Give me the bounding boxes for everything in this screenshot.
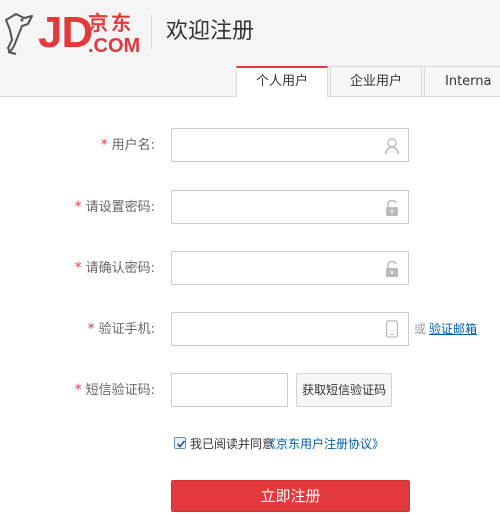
phone-input[interactable]	[172, 313, 408, 345]
lock-icon	[386, 199, 398, 216]
username-row: * 用户名:	[0, 128, 500, 162]
sms-code-input[interactable]	[172, 374, 287, 406]
password-label: * 请设置密码:	[74, 199, 155, 215]
jd-logo[interactable]: JD 京东 .COM	[0, 8, 150, 58]
password-input[interactable]	[172, 191, 408, 223]
or-text: 或	[414, 322, 427, 336]
verify-email-link[interactable]: 验证邮箱	[429, 312, 477, 346]
logo-com-text: .COM	[88, 35, 141, 57]
confirm-password-row: * 请确认密码:	[0, 251, 500, 285]
password-field-box	[171, 190, 409, 224]
phone-field-box	[171, 312, 409, 346]
jd-dog-mascot-icon	[5, 13, 33, 55]
tab-personal-user[interactable]: 个人用户	[236, 66, 328, 97]
sms-code-label: * 短信验证码:	[74, 382, 155, 398]
confirm-password-label: * 请确认密码:	[74, 260, 155, 276]
phone-row: * 验证手机: 或 验证邮箱	[0, 312, 500, 346]
username-label: * 用户名:	[100, 137, 155, 153]
logo-divider	[151, 14, 152, 50]
logo-jd-text: JD	[38, 8, 93, 57]
username-input[interactable]	[172, 129, 408, 161]
tab-enterprise-user[interactable]: 企业用户	[330, 66, 422, 96]
get-sms-code-button[interactable]: 获取短信验证码	[296, 373, 392, 407]
checkmark-icon	[176, 440, 186, 448]
required-mark: *	[100, 137, 108, 153]
logo-chinese-text: 京东	[88, 11, 134, 35]
sms-code-row: * 短信验证码: 获取短信验证码	[0, 373, 500, 407]
agreement-link[interactable]: 《京东用户注册协议》	[264, 436, 384, 452]
active-tab-gap	[237, 95, 327, 98]
mobile-phone-icon	[385, 320, 399, 338]
username-field-box	[171, 128, 409, 162]
header: JD 京东 .COM 欢迎注册 个人用户 企业用户 Interna	[0, 0, 500, 97]
user-icon	[384, 138, 400, 155]
register-now-button[interactable]: 立即注册	[171, 480, 410, 512]
sms-code-field-box	[171, 373, 288, 407]
password-row: * 请设置密码:	[0, 190, 500, 224]
lock-icon	[386, 260, 398, 277]
agreement-checkbox[interactable]	[174, 437, 186, 449]
phone-label: * 验证手机:	[87, 321, 155, 337]
tab-international[interactable]: Interna	[424, 66, 500, 96]
agreement-text: 我已阅读并同意	[190, 437, 275, 451]
page-title: 欢迎注册	[166, 19, 255, 44]
confirm-password-field-box	[171, 251, 409, 285]
confirm-password-input[interactable]	[172, 252, 408, 284]
